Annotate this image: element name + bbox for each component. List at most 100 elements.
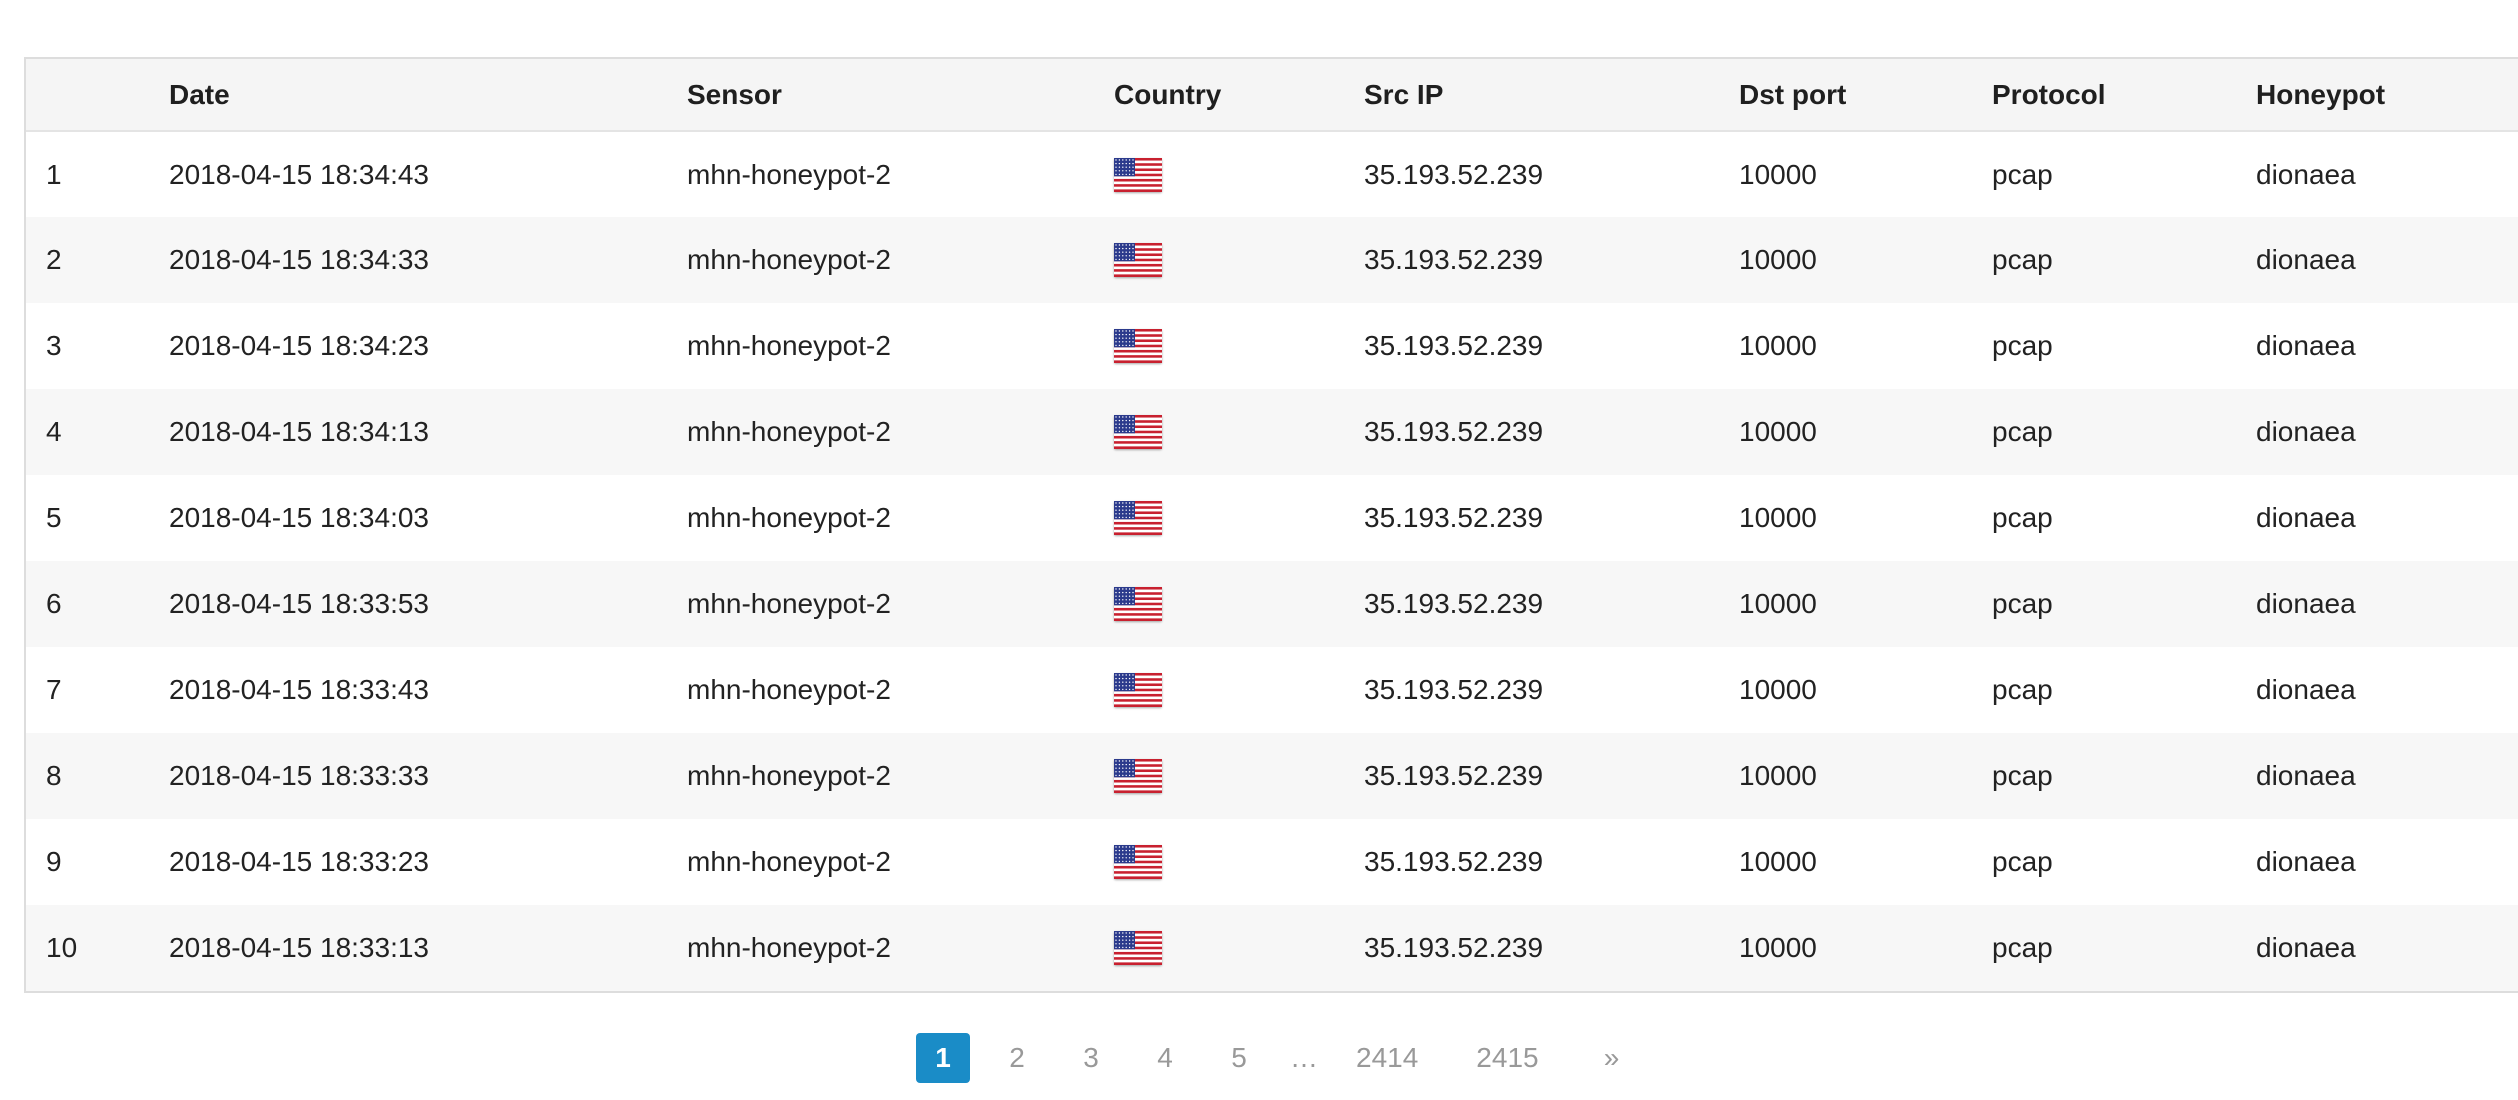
page-link-2415[interactable]: 2415	[1464, 1033, 1550, 1083]
row-country	[1114, 131, 1364, 217]
row-sensor: mhn-honeypot-2	[687, 158, 891, 190]
row-src-ip: 35.193.52.239	[1364, 416, 1544, 447]
row-honeypot: dionaea	[2256, 416, 2356, 447]
row-country	[1114, 647, 1364, 733]
next-page-link[interactable]: »	[1585, 1033, 1639, 1083]
us-flag-icon	[1114, 587, 1162, 622]
pagination-ellipsis: …	[1290, 1042, 1318, 1073]
attacks-page: Date Sensor Country Src IP Dst port Prot…	[0, 0, 2518, 1100]
row-src-ip: 35.193.52.239	[1364, 502, 1544, 533]
row-dst-port: 10000	[1739, 932, 1817, 963]
column-header-protocol: Protocol	[1992, 78, 2106, 110]
column-header-date: Date	[169, 78, 230, 110]
row-sensor: mhn-honeypot-2	[687, 244, 891, 275]
row-honeypot: dionaea	[2256, 244, 2356, 275]
row-date: 2018-04-15 18:33:43	[169, 674, 429, 705]
row-dst-port: 10000	[1739, 502, 1817, 533]
table-row: 4 2018-04-15 18:34:13 mhn-honeypot-2 35.193…	[26, 389, 2518, 475]
row-index: 7	[46, 674, 62, 705]
us-flag-icon	[1114, 501, 1162, 536]
row-sensor: mhn-honeypot-2	[687, 502, 891, 533]
row-index: 1	[46, 158, 62, 190]
page-link-4[interactable]: 4	[1138, 1033, 1192, 1083]
row-dst-port: 10000	[1739, 588, 1817, 619]
row-dst-port: 10000	[1739, 674, 1817, 705]
row-honeypot: dionaea	[2256, 846, 2356, 877]
row-sensor: mhn-honeypot-2	[687, 760, 891, 791]
page-link-2[interactable]: 2	[990, 1033, 1044, 1083]
us-flag-icon	[1114, 759, 1162, 794]
row-sensor: mhn-honeypot-2	[687, 416, 891, 447]
table-row: 10 2018-04-15 18:33:13 mhn-honeypot-2 35.19…	[26, 905, 2518, 991]
row-dst-port: 10000	[1739, 846, 1817, 877]
attacks-table-container: Date Sensor Country Src IP Dst port Prot…	[24, 57, 2518, 993]
column-header-index	[26, 59, 169, 131]
row-index: 4	[46, 416, 62, 447]
row-date: 2018-04-15 18:33:33	[169, 760, 429, 791]
row-honeypot: dionaea	[2256, 330, 2356, 361]
table-header-row: Date Sensor Country Src IP Dst port Prot…	[26, 59, 2518, 131]
page-link-2414[interactable]: 2414	[1344, 1033, 1430, 1083]
row-dst-port: 10000	[1739, 760, 1817, 791]
row-protocol: pcap	[1992, 244, 2053, 275]
row-dst-port: 10000	[1739, 330, 1817, 361]
row-date: 2018-04-15 18:34:23	[169, 330, 429, 361]
row-sensor: mhn-honeypot-2	[687, 932, 891, 963]
row-date: 2018-04-15 18:34:13	[169, 416, 429, 447]
row-sensor: mhn-honeypot-2	[687, 674, 891, 705]
table-row: 5 2018-04-15 18:34:03 mhn-honeypot-2 35.193…	[26, 475, 2518, 561]
row-date: 2018-04-15 18:33:23	[169, 846, 429, 877]
us-flag-icon	[1114, 845, 1162, 880]
row-dst-port: 10000	[1739, 158, 1817, 190]
row-country	[1114, 819, 1364, 905]
row-index: 2	[46, 244, 62, 275]
column-header-src-ip: Src IP	[1364, 78, 1444, 110]
row-date: 2018-04-15 18:34:43	[169, 158, 429, 190]
us-flag-icon	[1114, 243, 1162, 278]
table-row: 3 2018-04-15 18:34:23 mhn-honeypot-2 35.193…	[26, 303, 2518, 389]
row-protocol: pcap	[1992, 674, 2053, 705]
row-index: 5	[46, 502, 62, 533]
row-src-ip: 35.193.52.239	[1364, 330, 1544, 361]
us-flag-icon	[1114, 157, 1162, 192]
row-date: 2018-04-15 18:34:03	[169, 502, 429, 533]
pagination: 1 2 3 4 5 … 2414 2415 »	[916, 1033, 1659, 1083]
row-dst-port: 10000	[1739, 416, 1817, 447]
row-date: 2018-04-15 18:34:33	[169, 244, 429, 275]
row-honeypot: dionaea	[2256, 760, 2356, 791]
row-honeypot: dionaea	[2256, 502, 2356, 533]
row-sensor: mhn-honeypot-2	[687, 846, 891, 877]
row-index: 10	[46, 932, 78, 963]
row-country	[1114, 733, 1364, 819]
row-src-ip: 35.193.52.239	[1364, 158, 1544, 190]
row-honeypot: dionaea	[2256, 588, 2356, 619]
row-index: 8	[46, 760, 62, 791]
row-protocol: pcap	[1992, 846, 2053, 877]
row-country	[1114, 217, 1364, 303]
row-src-ip: 35.193.52.239	[1364, 760, 1544, 791]
page-link-1[interactable]: 1	[916, 1033, 970, 1083]
row-protocol: pcap	[1992, 158, 2053, 190]
row-sensor: mhn-honeypot-2	[687, 330, 891, 361]
row-protocol: pcap	[1992, 330, 2053, 361]
row-date: 2018-04-15 18:33:13	[169, 932, 429, 963]
row-protocol: pcap	[1992, 760, 2053, 791]
page-link-5[interactable]: 5	[1212, 1033, 1266, 1083]
row-src-ip: 35.193.52.239	[1364, 932, 1544, 963]
us-flag-icon	[1114, 329, 1162, 364]
column-header-dst-port: Dst port	[1739, 78, 1847, 110]
row-src-ip: 35.193.52.239	[1364, 244, 1544, 275]
us-flag-icon	[1114, 673, 1162, 708]
us-flag-icon	[1114, 415, 1162, 450]
us-flag-icon	[1114, 931, 1162, 966]
table-row: 1 2018-04-15 18:34:43 mhn-honeypot-2 35.193…	[26, 131, 2518, 217]
column-header-country: Country	[1114, 78, 1222, 110]
table-row: 7 2018-04-15 18:33:43 mhn-honeypot-2 35.193…	[26, 647, 2518, 733]
page-link-3[interactable]: 3	[1064, 1033, 1118, 1083]
row-index: 6	[46, 588, 62, 619]
row-dst-port: 10000	[1739, 244, 1817, 275]
table-body: 1 2018-04-15 18:34:43 mhn-honeypot-2 35.193…	[26, 131, 2518, 991]
row-protocol: pcap	[1992, 416, 2053, 447]
row-sensor: mhn-honeypot-2	[687, 588, 891, 619]
row-index: 9	[46, 846, 62, 877]
